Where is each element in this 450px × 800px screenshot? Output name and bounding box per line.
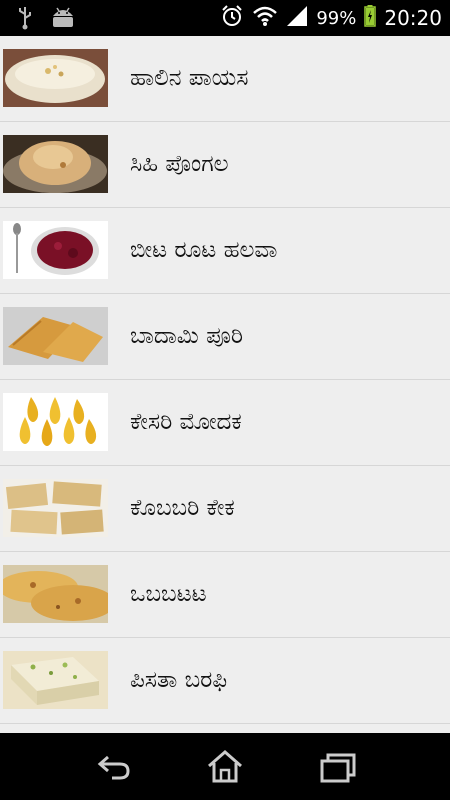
recipe-name: ಪಿಸತಾ ಬರಫಿ bbox=[130, 667, 228, 693]
list-item[interactable]: ಪಿಸತಾ ಬರಫಿ bbox=[0, 638, 450, 724]
beetroot-halwa-image bbox=[3, 221, 108, 279]
status-bar: 99% 20:20 bbox=[0, 0, 450, 36]
list-item[interactable]: ಕೊಬಬರಿ ಕೇಕ bbox=[0, 466, 450, 552]
coconut-cake-image bbox=[3, 479, 108, 537]
recipe-name: ಬಾದಾಮಿ ಪೂರಿ bbox=[130, 323, 244, 349]
obbattu-image bbox=[3, 565, 108, 623]
recipe-name: ಕೇಸರಿ ಮೋದಕ bbox=[130, 409, 242, 435]
recipe-list: ಹಾಲಿನ ಪಾಯಸ ಸಿಹಿ ಪೊಂಗಲ ಬೀಟ ರೂಟ ಹಲವಾ ಬಾದಾಮ… bbox=[0, 36, 450, 733]
kesari-modak-image bbox=[3, 393, 108, 451]
android-icon bbox=[50, 6, 76, 34]
battery-charging-icon bbox=[364, 5, 377, 31]
list-item[interactable]: ಕೇಸರಿ ಮೋದಕ bbox=[0, 380, 450, 466]
home-icon[interactable] bbox=[205, 749, 245, 785]
recent-apps-icon[interactable] bbox=[318, 749, 358, 785]
signal-icon bbox=[286, 5, 308, 31]
list-item[interactable]: ಹಾಲಿನ ಪಾಯಸ bbox=[0, 36, 450, 122]
recipe-name: ಸಿಹಿ ಪೊಂಗಲ bbox=[130, 151, 229, 177]
milk-payasam-image bbox=[3, 49, 108, 107]
list-item[interactable]: ಒಬಬಟಟ bbox=[0, 552, 450, 638]
pista-barfi-image bbox=[3, 651, 108, 709]
list-item[interactable]: ಬೀಟ ರೂಟ ಹಲವಾ bbox=[0, 208, 450, 294]
navigation-bar bbox=[0, 733, 450, 800]
recipe-name: ಕೊಬಬರಿ ಕೇಕ bbox=[130, 495, 235, 521]
recipe-name: ಒಬಬಟಟ bbox=[130, 581, 207, 607]
clock-time: 20:20 bbox=[384, 6, 442, 30]
alarm-icon bbox=[220, 4, 244, 32]
battery-percent: 99% bbox=[316, 7, 357, 29]
recipe-name: ಬೀಟ ರೂಟ ಹಲವಾ bbox=[130, 237, 278, 263]
list-item[interactable]: ಬಾದಾಮಿ ಪೂರಿ bbox=[0, 294, 450, 380]
recipe-name: ಹಾಲಿನ ಪಾಯಸ bbox=[130, 65, 249, 91]
wifi-icon bbox=[252, 5, 278, 31]
back-icon[interactable] bbox=[94, 749, 134, 785]
badami-puri-image bbox=[3, 307, 108, 365]
usb-icon bbox=[18, 6, 32, 34]
list-item[interactable]: ಸಿಹಿ ಪೊಂಗಲ bbox=[0, 122, 450, 208]
sweet-pongal-image bbox=[3, 135, 108, 193]
